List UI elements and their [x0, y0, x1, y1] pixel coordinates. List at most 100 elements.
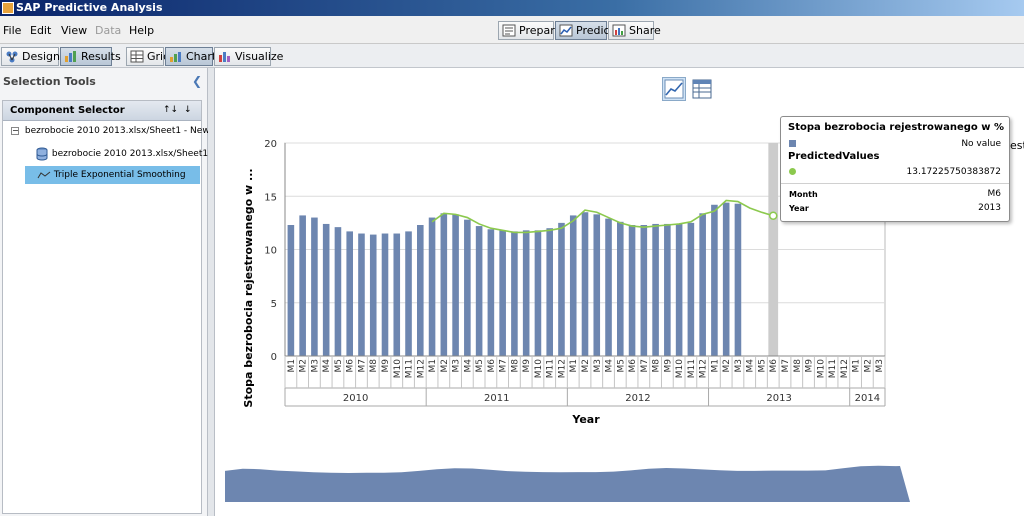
x-tick-label: M12 [416, 359, 426, 378]
x-tick-label: M3 [310, 359, 320, 373]
x-axis: M1 M2 M3 M4 M5 M6 M7 M8 M9 M10 M11 M12 M1 M2 M3 M4 M5 M6 M… [284, 355, 886, 407]
designer-icon [6, 51, 18, 63]
x-tick-label: M12 [557, 359, 567, 378]
bar [652, 223, 659, 356]
bar [369, 234, 377, 356]
component-selector-panel: Component Selector ↑↓ ↓ − bezrobocie 201… [2, 100, 221, 514]
x-tick-label: M1 [852, 359, 862, 373]
sap-icon [2, 2, 14, 14]
tooltip-year-label: Year [789, 204, 809, 213]
x-tick-label: M6 [346, 359, 356, 373]
x-tick-label: M3 [452, 359, 462, 373]
tree-root[interactable]: − bezrobocie 2010 2013.xlsx/Sheet1 - New… [11, 126, 221, 136]
x-tick-label: M8 [510, 359, 520, 373]
bar [487, 229, 495, 356]
menu-data[interactable]: Data [95, 24, 121, 37]
year-label: 2012 [625, 393, 650, 404]
component-selector-header: Component Selector ↑↓ ↓ [3, 101, 201, 121]
x-tick-label: M10 [675, 359, 685, 378]
menu-bar: File Edit View Data Help Prepare Predict… [0, 16, 1024, 44]
bar [546, 228, 553, 356]
predict-button[interactable]: Predict [555, 21, 614, 40]
prepare-icon [502, 24, 516, 37]
sort-ascending-icon[interactable]: ↑↓ [163, 101, 178, 120]
x-tick-label: M2 [581, 359, 591, 373]
tooltip-series1-value: No value [961, 139, 1001, 149]
selection-tools-title: Selection Tools [3, 75, 96, 88]
bar [628, 225, 636, 356]
x-axis-label: Year [571, 413, 600, 426]
x-tick-label: M2 [299, 359, 309, 373]
charts-tab[interactable]: Charts [165, 47, 222, 66]
bar [617, 221, 624, 356]
bar [322, 223, 330, 356]
x-tick-label: M5 [475, 359, 485, 373]
bar [640, 225, 648, 356]
x-tick-label: M8 [652, 359, 662, 373]
share-button[interactable]: Share [608, 21, 661, 40]
x-tick-label: M12 [840, 359, 850, 378]
tree-dataset-label: bezrobocie 2010 2013.xlsx/Sheet1 [51, 149, 209, 159]
bar [311, 217, 318, 356]
bar [428, 217, 436, 356]
overview-minimap[interactable] [225, 465, 910, 502]
bar [334, 227, 342, 356]
bar [393, 233, 401, 356]
bar [569, 215, 577, 356]
share-label: Share [629, 24, 661, 37]
bar [511, 231, 518, 356]
bar [675, 223, 683, 356]
bar [593, 214, 601, 356]
x-tick-label: M12 [699, 359, 709, 378]
charts-icon [170, 52, 181, 62]
tree-algorithm[interactable]: Triple Exponential Smoothing [25, 166, 200, 184]
menu-edit[interactable]: Edit [30, 24, 51, 37]
tooltip-series2-value: 13.17225750383872 [906, 167, 1001, 177]
x-tick-label: M9 [805, 359, 815, 373]
chevron-left-icon[interactable]: ❮ [192, 74, 202, 88]
x-tick-label: M3 [875, 359, 885, 373]
x-tick-label: M2 [863, 359, 873, 373]
title-bar: SAP Predictive Analysis [0, 0, 1024, 16]
bar [452, 214, 459, 356]
year-label: 2010 [343, 393, 368, 404]
prepare-button[interactable]: Prepare [498, 21, 561, 40]
x-tick-label: M7 [357, 359, 367, 373]
legend-partial: est [1010, 139, 1024, 152]
year-label: 2014 [855, 393, 880, 404]
collapse-tree-icon[interactable]: − [11, 126, 19, 135]
share-icon [612, 24, 626, 37]
database-icon [36, 147, 48, 160]
visualize-tab[interactable]: Visualize [214, 47, 283, 66]
x-tick-label: M8 [369, 359, 379, 373]
menu-help[interactable]: Help [129, 24, 154, 37]
x-tick-label: M10 [393, 359, 403, 378]
designer-tab[interactable]: Designer [1, 47, 71, 66]
menu-view[interactable]: View [61, 24, 87, 37]
highlight-band [768, 143, 779, 356]
bar [581, 212, 589, 356]
results-tab[interactable]: Results [60, 47, 121, 66]
panel-splitter[interactable] [208, 68, 215, 516]
y-tick-label: 20 [264, 139, 277, 150]
bar [475, 226, 483, 356]
x-tick-label: M6 [628, 359, 638, 373]
x-tick-label: M10 [534, 359, 544, 378]
left-panel: Selection Tools ❮ Component Selector ↑↓ … [0, 68, 221, 516]
bar [440, 213, 448, 356]
bar [699, 213, 706, 356]
menu-file[interactable]: File [3, 24, 21, 37]
tooltip-series2-swatch [789, 168, 796, 175]
x-tick-label: M11 [546, 359, 556, 378]
x-tick-label: M1 [569, 359, 579, 373]
x-tick-label: M8 [793, 359, 803, 373]
view-toolbar: Designer Results Grid Charts Visualize [0, 44, 1024, 68]
tooltip-series1-name: Stopa bezrobocia rejestrowanego w % [788, 122, 1005, 133]
sort-descending-icon[interactable]: ↓ [184, 101, 192, 120]
predicted-point [768, 211, 778, 220]
y-tick-label: 0 [271, 352, 277, 363]
tree-dataset[interactable]: bezrobocie 2010 2013.xlsx/Sheet1 [35, 144, 208, 164]
x-tick-label: M1 [287, 359, 297, 373]
grid-tab[interactable]: Grid [126, 47, 170, 66]
tooltip-series1-swatch [789, 140, 796, 147]
